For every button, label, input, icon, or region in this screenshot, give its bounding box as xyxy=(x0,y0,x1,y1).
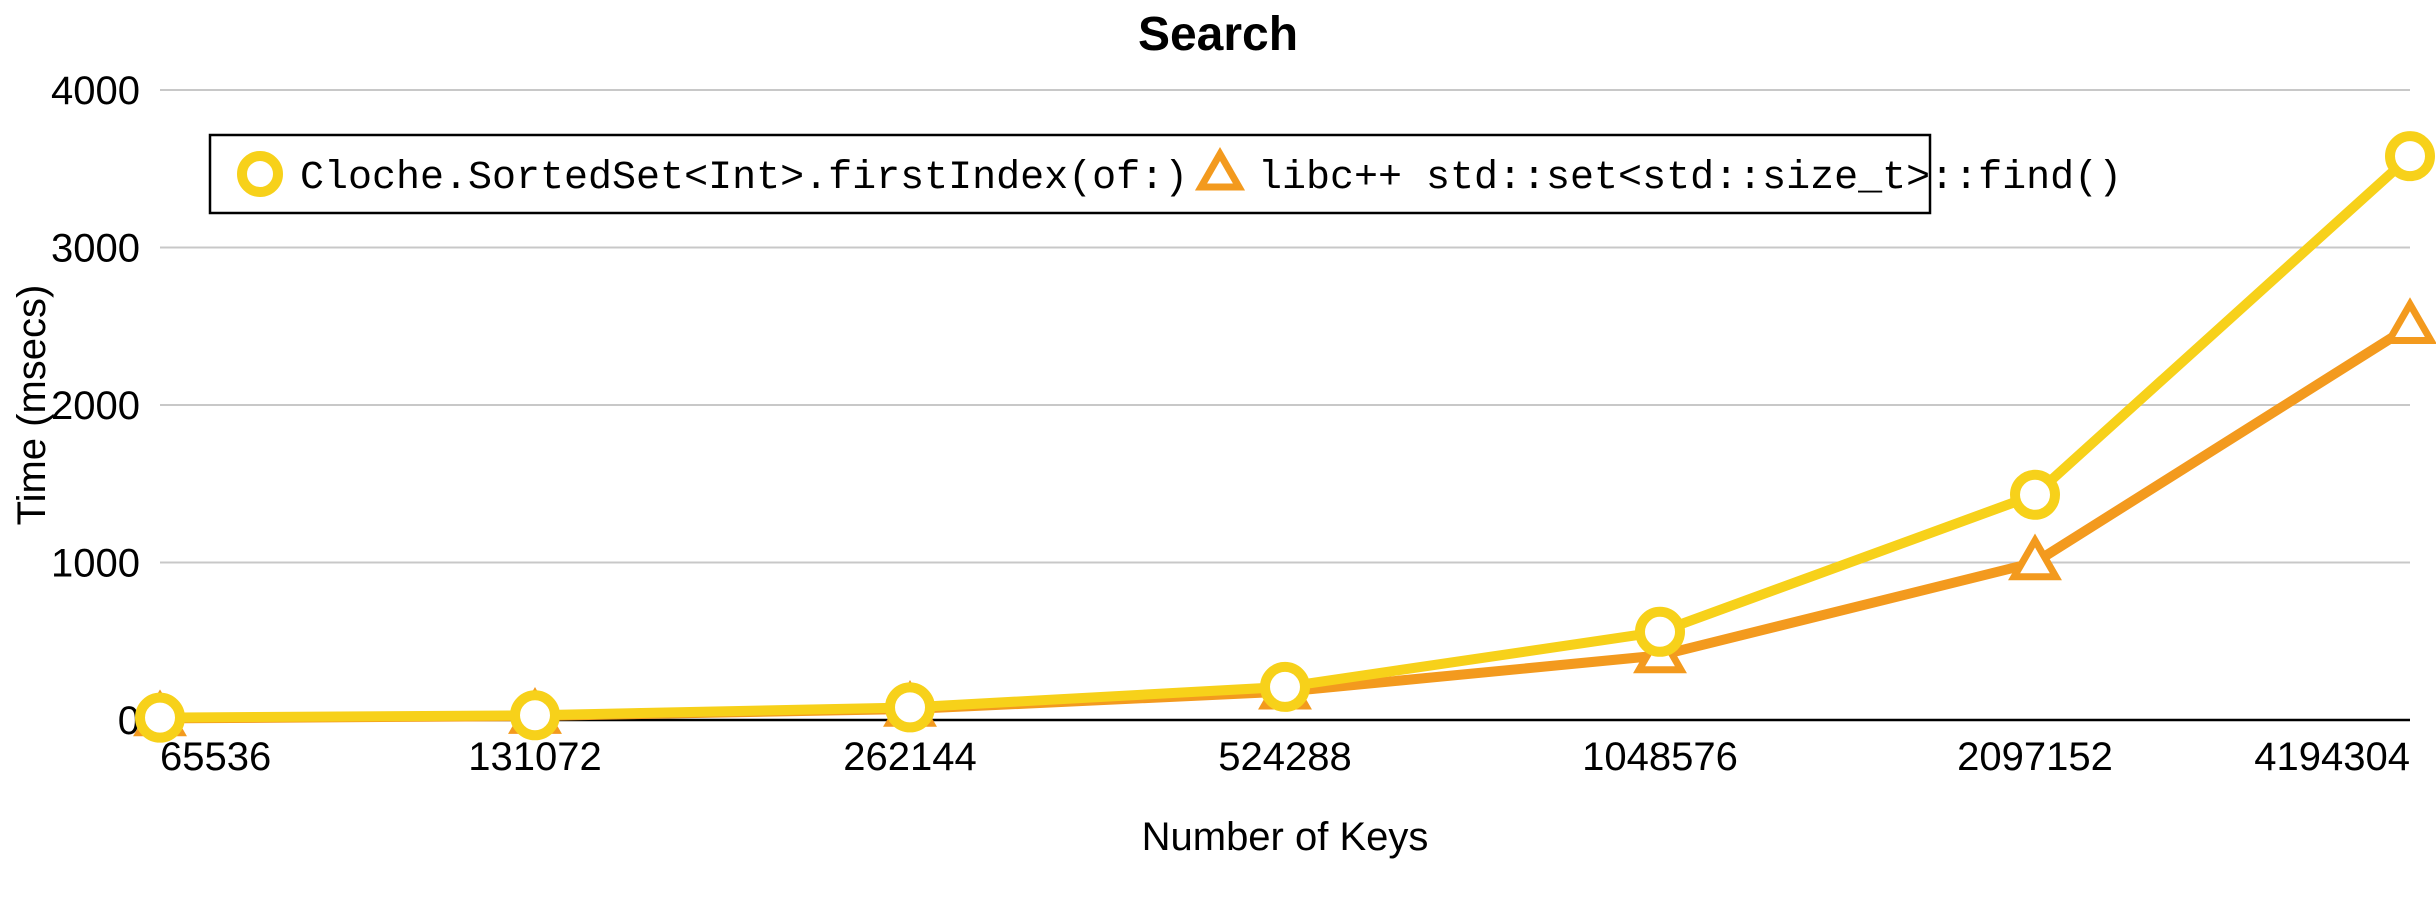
legend-label: libc++ std::set<std::size_t>::find() xyxy=(1258,156,2122,201)
chart-container: Search0100020003000400065536131072262144… xyxy=(0,0,2436,910)
x-tick-label: 262144 xyxy=(843,735,976,779)
y-tick-label: 1000 xyxy=(51,542,140,586)
x-tick-label: 4194304 xyxy=(2254,735,2410,779)
y-tick-label: 2000 xyxy=(51,384,140,428)
series-line xyxy=(160,156,2410,717)
x-axis-label: Number of Keys xyxy=(1142,815,1429,859)
y-tick-label: 3000 xyxy=(51,227,140,271)
chart-title: Search xyxy=(1138,8,1298,61)
y-tick-label: 4000 xyxy=(51,69,140,113)
legend-circle-icon xyxy=(242,156,278,192)
chart-svg: Search0100020003000400065536131072262144… xyxy=(0,0,2436,910)
legend-label: Cloche.SortedSet<Int>.firstIndex(of:) xyxy=(300,156,1188,201)
circle-marker xyxy=(2390,136,2430,176)
circle-marker xyxy=(515,695,555,735)
triangle-marker xyxy=(2389,304,2431,340)
y-axis-label: Time (msecs) xyxy=(10,285,54,526)
x-tick-label: 524288 xyxy=(1218,735,1351,779)
x-tick-label: 65536 xyxy=(160,735,271,779)
circle-marker xyxy=(1265,667,1305,707)
x-tick-label: 2097152 xyxy=(1957,735,2113,779)
circle-marker xyxy=(890,687,930,727)
circle-marker xyxy=(140,698,180,738)
circle-marker xyxy=(2015,475,2055,515)
x-tick-label: 131072 xyxy=(468,735,601,779)
series-line xyxy=(160,326,2410,718)
circle-marker xyxy=(1640,612,1680,652)
x-tick-label: 1048576 xyxy=(1582,735,1738,779)
